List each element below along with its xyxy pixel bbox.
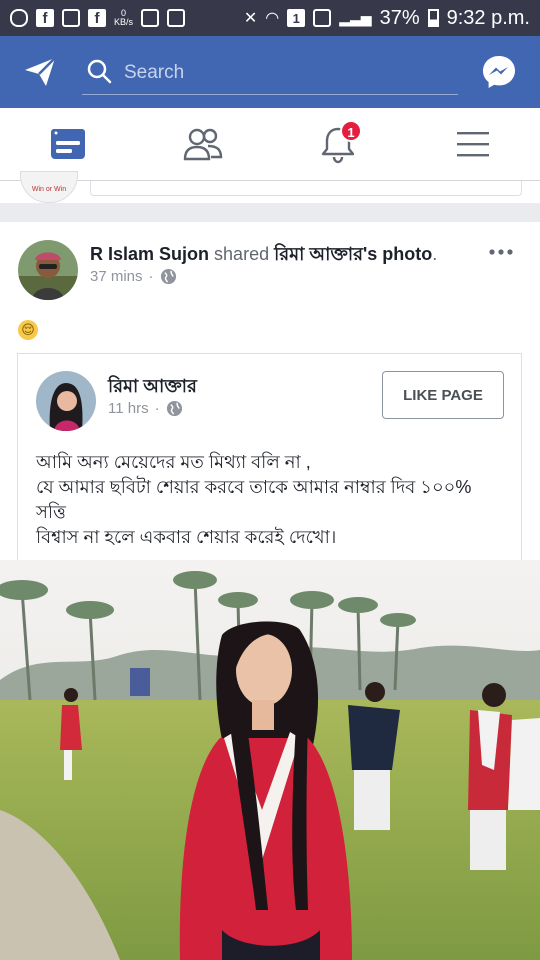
chat-icon — [10, 9, 28, 27]
action-text: shared — [214, 244, 270, 264]
tab-bar: 1 — [0, 108, 540, 181]
friends-icon — [183, 128, 223, 161]
shared-meta-separator: · — [154, 400, 160, 417]
post-header: R Islam Sujon shared রিমা আক্তার's photo… — [90, 240, 470, 271]
news-feed-icon — [51, 129, 85, 159]
mute-icon: ✕ — [243, 10, 258, 27]
facebook-icon: f — [88, 9, 106, 27]
app-header — [0, 36, 540, 108]
messenger-icon[interactable] — [480, 53, 518, 91]
relieved-emoji: 😌 — [18, 320, 38, 340]
post-time[interactable]: 37 mins — [90, 268, 143, 285]
post-text-line: সত্তি — [36, 502, 66, 522]
hamburger-icon — [457, 132, 489, 157]
battery-percent: 37% — [379, 6, 420, 29]
like-page-button[interactable]: LIKE PAGE — [382, 371, 504, 419]
more-options-icon[interactable] — [488, 244, 514, 260]
shared-post-time[interactable]: 11 hrs — [108, 400, 149, 417]
facebook-icon: f — [36, 9, 54, 27]
status-bar: f f 0 KB/s ✕ ◠ 1 ▂▃▅ 37% 9:32 p.m. — [0, 0, 540, 36]
prev-post-card[interactable] — [90, 181, 522, 196]
page-avatar[interactable] — [36, 371, 96, 431]
clock: 9:32 p.m. — [446, 6, 530, 29]
shared-photo[interactable] — [0, 560, 540, 960]
shared-suffix-apostrophe: 's photo — [362, 244, 433, 264]
feed-post: R Islam Sujon shared রিমা আক্তার's photo… — [0, 222, 540, 960]
tab-menu[interactable] — [451, 122, 495, 166]
signal-icon — [313, 9, 332, 27]
author-avatar-image — [18, 240, 78, 300]
author-name[interactable]: R Islam Sujon — [90, 244, 209, 264]
globe-icon — [160, 268, 176, 285]
signal-bars-icon: ▂▃▅ — [339, 9, 372, 26]
network-speed: 0 KB/s — [114, 9, 133, 27]
prev-post-logo: Win or Win — [20, 171, 78, 203]
tab-news-feed[interactable] — [46, 122, 90, 166]
image-icon — [141, 9, 160, 27]
tab-friends[interactable] — [181, 122, 225, 166]
shared-post-text: আমি অন্য মেয়েদের মত মিথ্যা বলি না , যে … — [36, 450, 506, 550]
page-avatar-image — [36, 371, 96, 431]
globe-icon — [166, 400, 182, 417]
shared-post-card[interactable]: রিমা আক্তার 11 hrs · LIKE PAGE আমি অন্য … — [17, 353, 522, 573]
battery-icon — [427, 9, 439, 27]
header-period: . — [432, 244, 438, 264]
system-icons: ✕ ◠ 1 ▂▃▅ 37% 9:32 p.m. — [244, 7, 530, 30]
gallery-icon — [167, 9, 186, 27]
page-name[interactable]: রিমা আক্তার — [108, 372, 197, 403]
tab-notifications[interactable]: 1 — [316, 120, 362, 166]
post-text-line: যে আমার ছবিটা শেয়ার করবে তাকে আমার নাম্… — [36, 477, 472, 497]
post-meta: 37 mins · — [90, 268, 177, 285]
post-text-line: বিশ্বাস না হলে একবার শেয়ার করেই দেখো। — [36, 527, 337, 547]
search-icon — [87, 59, 112, 84]
shared-owner-link[interactable]: রিমা আক্তার — [274, 244, 363, 264]
author-avatar[interactable] — [18, 240, 78, 300]
shared-post-meta: 11 hrs · — [108, 400, 183, 417]
previous-post: Win or Win — [0, 171, 540, 203]
search-bar[interactable] — [82, 50, 458, 95]
meta-separator: · — [148, 268, 154, 285]
notification-badge: 1 — [340, 120, 362, 142]
doc-icon — [62, 9, 80, 27]
notification-icons: f f 0 KB/s — [10, 9, 186, 27]
speed-unit: KB/s — [114, 17, 134, 27]
search-input[interactable] — [122, 58, 446, 88]
post-text-line: আমি অন্য মেয়েদের মত মিথ্যা বলি না , — [36, 452, 311, 472]
sim-slot: 1 — [287, 9, 306, 27]
send-icon[interactable] — [22, 54, 58, 90]
wifi-icon: ◠ — [265, 10, 280, 27]
